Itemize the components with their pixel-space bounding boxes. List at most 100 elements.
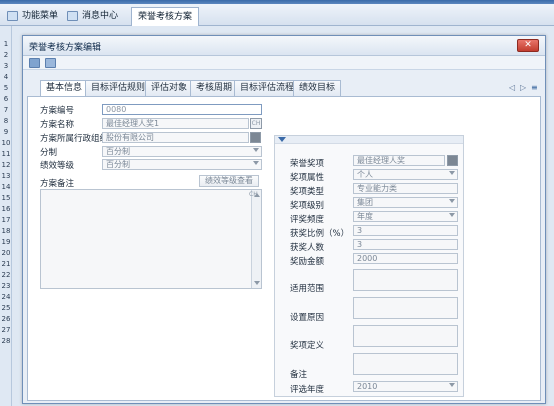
attr-select[interactable]: 个人: [353, 169, 458, 180]
org-field[interactable]: 股份有限公司: [102, 132, 249, 143]
row-number: 24: [1, 293, 11, 301]
category-value: 百分制: [106, 147, 130, 156]
app-tab-label: 消息中心: [82, 11, 119, 21]
row-number: 27: [1, 326, 11, 334]
app-tab-label: 功能菜单: [22, 11, 59, 21]
remark-textarea[interactable]: [40, 189, 262, 289]
reason-textarea[interactable]: [353, 297, 458, 319]
amount-label: 奖励金额: [290, 257, 325, 267]
scroll-down-icon[interactable]: [254, 281, 260, 285]
grade-view-button[interactable]: 绩效等级查看: [199, 175, 259, 187]
ratio-field[interactable]: 3: [353, 225, 458, 236]
save-icon[interactable]: [29, 58, 40, 68]
export-icon[interactable]: [45, 58, 56, 68]
row-number: 26: [1, 315, 11, 323]
row-number: 28: [1, 337, 11, 345]
row-number: 16: [1, 205, 11, 213]
row-number: 10: [1, 139, 11, 147]
remark-lang-tag: CH: [249, 191, 258, 198]
tab-basic-info[interactable]: 基本信息: [40, 80, 89, 97]
honor-item-lookup-icon[interactable]: [447, 155, 458, 166]
freq-select[interactable]: 年度: [353, 211, 458, 222]
grade-value: 百分制: [106, 160, 130, 169]
category-label: 分制: [40, 148, 58, 158]
row-number: 5: [3, 84, 9, 92]
attr-label: 奖项属性: [290, 173, 325, 183]
app-tab-bar: 功能菜单 消息中心 荣誉考核方案: [0, 4, 554, 26]
dialog-title: 荣誉考核方案编辑: [29, 43, 102, 53]
tab-eval-rules[interactable]: 目标评估规则: [85, 80, 152, 96]
row-number: 11: [1, 150, 11, 158]
tab-eval-flow[interactable]: 目标评估流程: [234, 80, 301, 96]
count-field[interactable]: 3: [353, 239, 458, 250]
plan-name-label: 方案名称: [40, 120, 75, 130]
amount-field[interactable]: 2000: [353, 253, 458, 264]
chevron-down-icon: [253, 161, 259, 165]
freq-value: 年度: [357, 212, 373, 221]
count-label: 获奖人数: [290, 243, 325, 253]
row-number: 12: [1, 161, 11, 169]
row-number: 13: [1, 172, 11, 180]
row-number: 22: [1, 271, 11, 279]
level-label: 奖项级别: [290, 201, 325, 211]
year-value: 2010: [357, 382, 378, 391]
freq-label: 评奖频度: [290, 215, 325, 225]
note-label: 备注: [290, 370, 308, 380]
tab-prev-icon[interactable]: ◁: [509, 83, 515, 92]
row-number: 25: [1, 304, 11, 312]
remark-scrollbar[interactable]: [251, 190, 261, 288]
row-number: 8: [3, 117, 9, 125]
row-number: 14: [1, 183, 11, 191]
grade-label: 绩效等级: [40, 161, 75, 171]
chevron-down-icon: [449, 213, 455, 217]
row-number: 17: [1, 216, 11, 224]
message-icon: [67, 11, 78, 21]
org-label: 方案所属行政组织: [40, 134, 109, 144]
plan-no-field[interactable]: 0080: [102, 104, 262, 115]
chevron-down-icon: [253, 148, 259, 152]
grade-select[interactable]: 百分制: [102, 159, 262, 170]
reason-label: 设置原因: [290, 313, 325, 323]
dialog-title-bar: 荣誉考核方案编辑 ✕: [23, 36, 545, 56]
year-label: 评选年度: [290, 385, 325, 395]
definition-label: 奖项定义: [290, 341, 325, 351]
org-lookup-icon[interactable]: [250, 132, 261, 143]
app-tab-message-center[interactable]: 消息中心: [64, 7, 124, 26]
row-number: 19: [1, 238, 11, 246]
scope-textarea[interactable]: [353, 269, 458, 291]
collapse-icon[interactable]: [278, 137, 286, 142]
row-number: 20: [1, 249, 11, 257]
tab-eval-objects[interactable]: 评估对象: [145, 80, 194, 96]
row-number: 15: [1, 194, 11, 202]
plan-name-field[interactable]: 最佳经理人奖1: [102, 118, 249, 129]
honor-item-label: 荣誉奖项: [290, 159, 325, 169]
row-number: 1: [3, 40, 9, 48]
plan-name-lang-button[interactable]: CH: [250, 118, 262, 129]
level-select[interactable]: 集团: [353, 197, 458, 208]
app-tab-honor-plan[interactable]: 荣誉考核方案: [131, 7, 200, 26]
chevron-down-icon: [449, 171, 455, 175]
close-icon[interactable]: ✕: [517, 39, 539, 52]
category-select[interactable]: 百分制: [102, 146, 262, 157]
row-number: 7: [3, 106, 9, 114]
year-select[interactable]: 2010: [353, 381, 458, 392]
tab-menu-icon[interactable]: ≡: [531, 83, 538, 92]
tab-eval-cycle[interactable]: 考核周期: [190, 80, 239, 96]
plan-no-label: 方案编号: [40, 106, 75, 116]
attr-value: 个人: [357, 170, 373, 179]
note-textarea[interactable]: [353, 353, 458, 375]
remark-label: 方案备注: [40, 179, 75, 189]
app-tab-function-menu[interactable]: 功能菜单: [4, 7, 64, 26]
honor-detail-header: [275, 136, 463, 144]
type-label: 奖项类型: [290, 187, 325, 197]
tab-next-icon[interactable]: ▷: [520, 83, 526, 92]
row-number: 18: [1, 227, 11, 235]
tab-performance-goals[interactable]: 绩效目标: [293, 80, 342, 96]
type-field[interactable]: 专业能力类: [353, 183, 458, 194]
honor-item-field[interactable]: 最佳经理人奖: [353, 155, 445, 166]
row-number: 9: [3, 128, 9, 136]
definition-textarea[interactable]: [353, 325, 458, 347]
basic-info-panel: 方案编号 0080 方案名称 最佳经理人奖1 CH 方案所属行政组织 股份有限公…: [27, 96, 541, 401]
scope-label: 适用范围: [290, 284, 325, 294]
ratio-label: 获奖比例（%）: [290, 229, 350, 239]
